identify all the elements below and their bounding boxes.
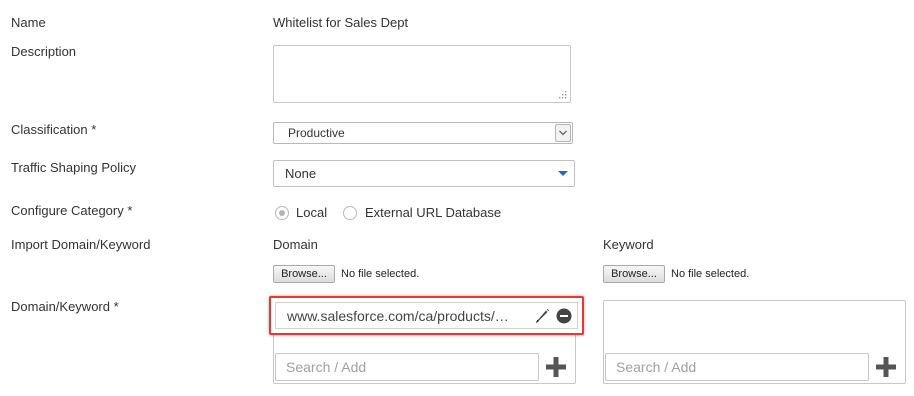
keyword-browse-button[interactable]: Browse...: [603, 265, 665, 283]
domain-file-status: No file selected.: [341, 268, 420, 280]
plus-icon[interactable]: [875, 356, 897, 378]
radio-external-url-database-label[interactable]: External URL Database: [365, 205, 501, 220]
domain-keyword-label: Domain/Keyword *: [11, 299, 119, 314]
keyword-column-header: Keyword: [603, 237, 654, 252]
domain-column-header: Domain: [273, 237, 318, 252]
resize-grip-icon[interactable]: [559, 91, 567, 99]
plus-icon[interactable]: [545, 356, 567, 378]
traffic-shaping-select[interactable]: None: [273, 160, 575, 187]
classification-value: Productive: [288, 126, 345, 140]
configure-category-label: Configure Category *: [11, 203, 133, 218]
keyword-search-input[interactable]: [605, 353, 869, 381]
domain-search-input[interactable]: [275, 353, 539, 381]
description-textarea[interactable]: [273, 45, 571, 103]
domain-item-text: www.salesforce.com/ca/products/sales-clo…: [287, 308, 515, 324]
name-label: Name: [11, 15, 46, 30]
radio-local-label[interactable]: Local: [296, 205, 327, 220]
chevron-down-icon: [559, 130, 567, 136]
description-label: Description: [11, 44, 77, 59]
import-domain-keyword-label: Import Domain/Keyword: [11, 237, 151, 252]
classification-dropdown-button[interactable]: [555, 124, 571, 142]
caret-down-icon: [558, 171, 568, 176]
classification-label: Classification *: [11, 122, 97, 137]
radio-external-url-database[interactable]: [343, 206, 357, 220]
traffic-shaping-label: Traffic Shaping Policy: [11, 160, 137, 175]
minus-circle-icon[interactable]: [556, 308, 572, 324]
pencil-icon[interactable]: [534, 308, 550, 324]
domain-list-item[interactable]: www.salesforce.com/ca/products/sales-clo…: [275, 302, 578, 329]
keyword-file-status: No file selected.: [671, 268, 750, 280]
classification-select[interactable]: Productive: [273, 122, 573, 144]
radio-local[interactable]: [275, 206, 289, 220]
name-value: Whitelist for Sales Dept: [273, 15, 409, 30]
traffic-shaping-value: None: [285, 166, 317, 181]
domain-browse-button[interactable]: Browse...: [273, 265, 335, 283]
domain-list-item-highlighted[interactable]: www.salesforce.com/ca/products/sales-clo…: [269, 296, 584, 335]
